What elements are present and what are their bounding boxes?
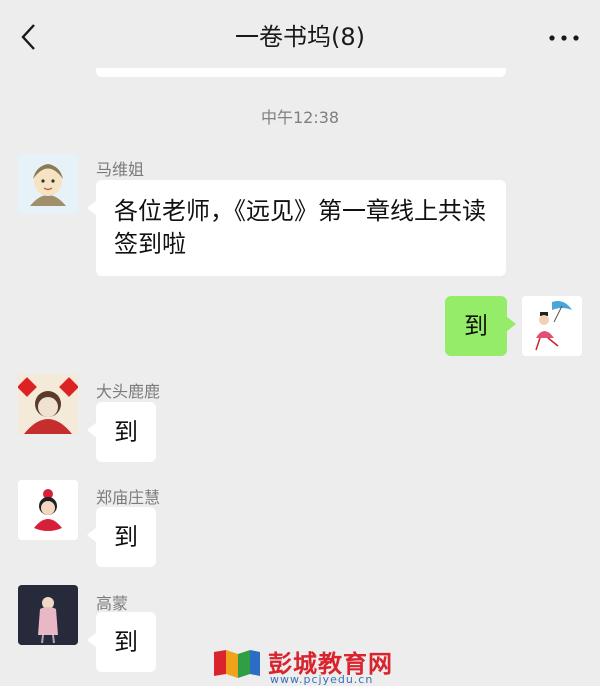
sender-name: 高蒙	[96, 594, 129, 613]
watermark-url: www.pcjyedu.cn	[270, 673, 374, 686]
avatar-dancer-umbrella-icon	[522, 296, 582, 356]
message-bubble[interactable]: 到	[87, 507, 156, 567]
chat-title: 一卷书坞(8)	[235, 23, 365, 51]
avatar-me[interactable]	[522, 296, 582, 356]
message-bubble[interactable]: 各位老师，《远见》第一章线上共读签到啦	[87, 180, 506, 276]
sender-name: 大头鹿鹿	[96, 382, 161, 401]
avatar-zheng-miao-zhuanghui[interactable]	[18, 480, 78, 540]
avatar-child-with-mask-icon	[18, 374, 78, 434]
avatar-cartoon-girl-icon	[18, 154, 78, 214]
sender-name: 马维姐	[96, 160, 145, 179]
avatar-datou-lulu[interactable]	[18, 374, 78, 434]
avatar-ma-weijie[interactable]	[18, 154, 78, 214]
message-timestamp: 中午12:38	[260, 108, 340, 127]
avatar-gao-meng[interactable]	[18, 585, 78, 645]
sender-name: 郑庙庄慧	[96, 488, 161, 507]
chat-header: 一卷书坞(8)	[0, 0, 600, 76]
message-bubble[interactable]: 到	[87, 402, 156, 462]
my-message-bubble[interactable]: 到	[445, 296, 516, 356]
message-bubble[interactable]: 到	[87, 612, 156, 672]
avatar-cartoon-girl-red-icon	[18, 480, 78, 540]
book-logo-icon	[214, 650, 260, 678]
site-watermark: 彭城教育网 www.pcjyedu.cn	[210, 642, 450, 686]
avatar-illustrated-figure-icon	[18, 585, 78, 645]
previous-message-bubble	[96, 68, 506, 77]
more-dots-icon	[549, 35, 579, 41]
more-button[interactable]	[544, 22, 584, 52]
